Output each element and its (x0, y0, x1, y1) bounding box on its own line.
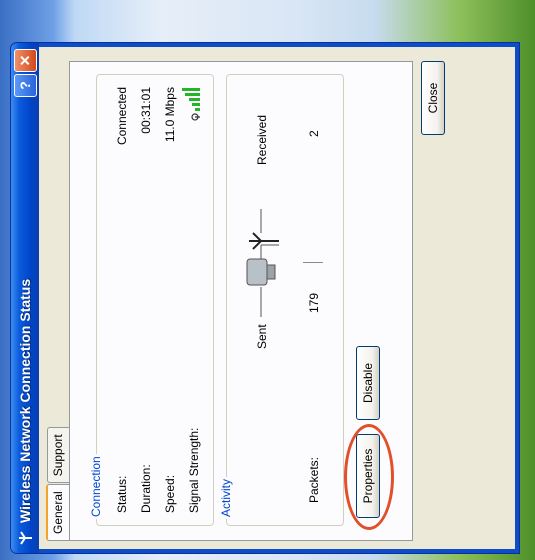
status-window: Wireless Network Connection Status ? ✕ G… (10, 42, 520, 554)
connection-group-title: Connection (89, 454, 103, 519)
close-window-button[interactable]: ✕ (13, 49, 37, 72)
connection-group: Connection Status: Connected Duration: 0… (89, 74, 214, 526)
signal-strength-label: Signal Strength: (187, 427, 201, 513)
disable-button[interactable]: Disable (356, 346, 380, 420)
activity-group-title: Activity (219, 476, 233, 519)
general-panel: Connection Status: Connected Duration: 0… (69, 61, 413, 541)
tab-general[interactable]: General (46, 484, 70, 541)
network-activity-icon (239, 207, 294, 317)
tab-strip: General Support (46, 426, 70, 541)
status-value: Connected (115, 87, 129, 146)
duration-label: Duration: (139, 464, 153, 513)
activity-divider (303, 262, 323, 263)
signal-strength-icon (181, 87, 204, 121)
window-title: Wireless Network Connection Status (17, 278, 33, 523)
duration-value: 00:31:01 (139, 87, 153, 134)
wireless-antenna-icon (16, 529, 34, 547)
help-button[interactable]: ? (13, 74, 37, 97)
properties-highlight-ring (344, 424, 394, 530)
sent-label: Sent (255, 324, 269, 349)
activity-group: Activity Sent Received Packets: 179 2 (219, 74, 344, 526)
speed-value: 11.0 Mbps (163, 87, 177, 143)
packets-sent-value: 179 (307, 292, 321, 313)
status-label: Status: (115, 475, 129, 513)
packets-received-value: 2 (307, 130, 321, 137)
tab-support[interactable]: Support (47, 427, 69, 484)
packets-label: Packets: (307, 456, 321, 503)
speed-label: Speed: (163, 474, 177, 513)
close-button[interactable]: Close (421, 61, 445, 135)
dialog-client: General Support Connection Status: Conne… (39, 47, 515, 549)
received-label: Received (255, 114, 269, 165)
title-bar[interactable]: Wireless Network Connection Status ? ✕ (11, 43, 39, 553)
rotated-screenshot: Wireless Network Connection Status ? ✕ G… (0, 0, 535, 560)
